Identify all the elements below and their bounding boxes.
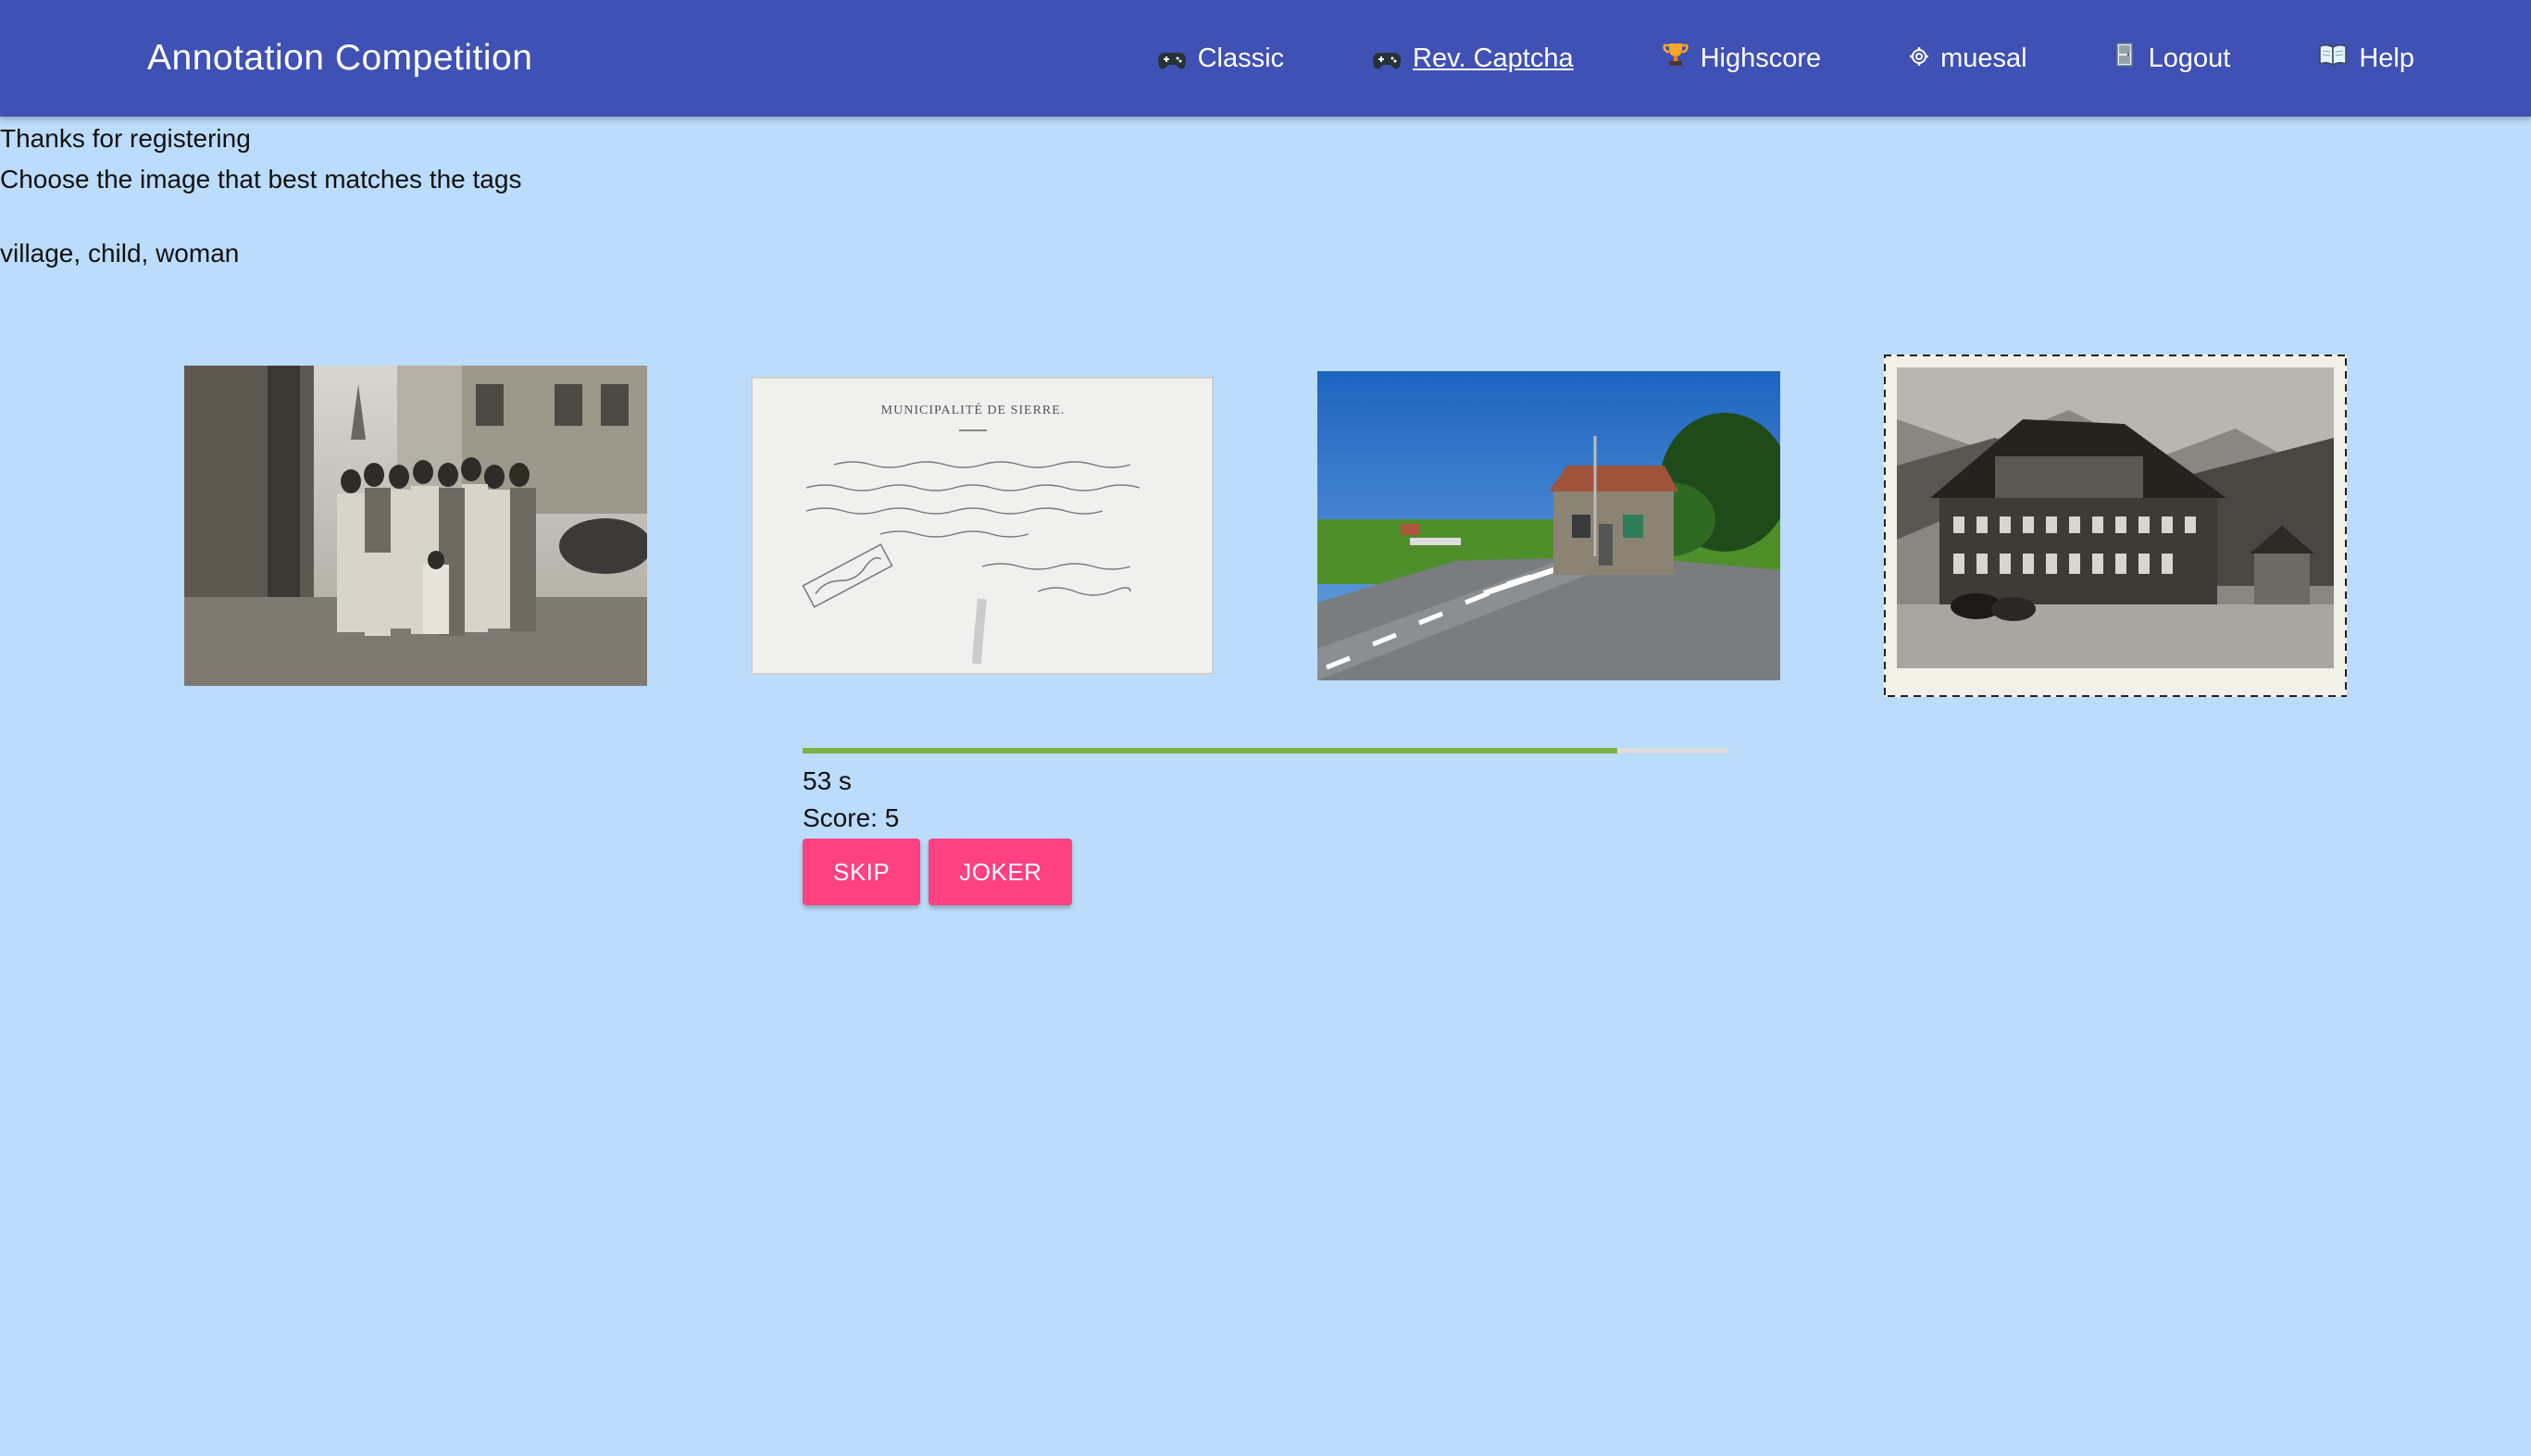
tags-text: village, child, woman — [0, 239, 240, 268]
image-choice-document[interactable]: MUNICIPALITÉ DE SIERRE. — [751, 377, 1214, 675]
image-choice-road-house[interactable] — [1317, 371, 1780, 680]
intro-text: Thanks for registering Choose the image … — [0, 118, 521, 274]
instruction-text: Choose the image that best matches the t… — [0, 165, 522, 193]
nav-item-help[interactable]: Help — [2318, 43, 2414, 74]
brand-title[interactable]: Annotation Competition — [147, 0, 532, 117]
nav-label-logout: Logout — [2148, 43, 2231, 73]
nav-item-logout[interactable]: Logout — [2115, 42, 2231, 75]
nav-item-classic[interactable]: Classic — [1157, 44, 1284, 74]
gear-icon — [1909, 44, 1929, 74]
timer-progress-fill — [803, 748, 1617, 753]
nav-label-classic: Classic — [1197, 43, 1285, 73]
image-choice-family-photo[interactable] — [184, 366, 647, 686]
action-buttons: SKIP JOKER — [803, 839, 1728, 905]
skip-button[interactable]: SKIP — [803, 839, 921, 905]
nav-item-highscore[interactable]: Highscore — [1662, 41, 1822, 76]
nav-item-user[interactable]: muesal — [1909, 44, 2027, 74]
image-choices: MUNICIPALITÉ DE SIERRE. — [0, 352, 2531, 703]
registration-message: Thanks for registering — [0, 124, 251, 153]
score-text: Score: 5 — [803, 803, 900, 832]
nav-label-help: Help — [2359, 43, 2414, 73]
exit-icon — [2115, 42, 2138, 75]
nav-label-user: muesal — [1940, 43, 2027, 73]
book-icon — [2318, 43, 2348, 74]
nav-item-rev-captcha[interactable]: Rev. Captcha — [1372, 44, 1574, 74]
gamepad-icon — [1157, 48, 1187, 69]
image-choice-postcard[interactable] — [1884, 355, 2347, 697]
trophy-icon — [1662, 41, 1689, 76]
nav-links: Classic Rev. Captcha Highscore muesal Lo… — [1069, 0, 2414, 117]
timer-progress-bar — [803, 748, 1728, 753]
top-navbar: Annotation Competition Classic Rev. Capt… — [0, 0, 2531, 117]
joker-button[interactable]: JOKER — [929, 839, 1073, 905]
timer-text: 53 s — [803, 766, 852, 795]
nav-label-rev-captcha: Rev. Captcha — [1413, 43, 1574, 73]
gamepad-icon — [1372, 48, 1402, 69]
document-header: MUNICIPALITÉ DE SIERRE. — [881, 402, 1066, 417]
game-controls: 53 s Score: 5 SKIP JOKER — [803, 748, 1728, 905]
nav-label-highscore: Highscore — [1700, 43, 1822, 73]
